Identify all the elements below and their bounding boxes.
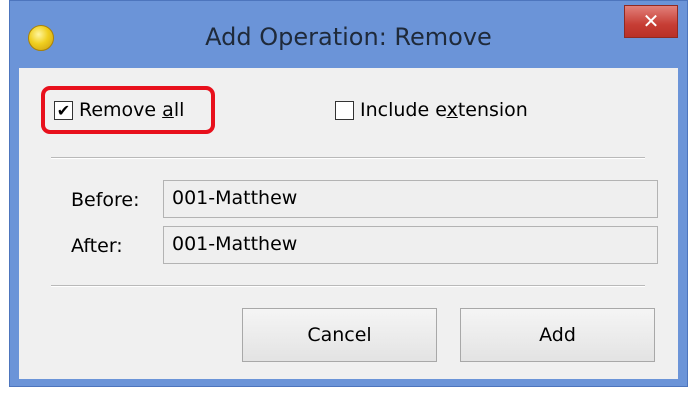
- title-bar[interactable]: Add Operation: Remove ✕: [10, 1, 687, 51]
- remove-all-checkbox[interactable]: ✔ Remove all: [54, 99, 184, 121]
- include-extension-checkbox[interactable]: Include extension: [335, 99, 528, 121]
- after-field[interactable]: 001-Matthew: [163, 226, 658, 264]
- add-button[interactable]: Add: [460, 308, 655, 362]
- window-title: Add Operation: Remove: [205, 23, 492, 51]
- include-extension-check-box[interactable]: [335, 100, 354, 120]
- close-button[interactable]: ✕: [624, 5, 678, 38]
- remove-all-check-box[interactable]: ✔: [54, 100, 73, 120]
- cancel-button[interactable]: Cancel: [242, 308, 437, 362]
- separator-bottom: [51, 285, 645, 287]
- separator-top: [51, 157, 645, 159]
- remove-all-label: Remove all: [79, 99, 185, 121]
- include-extension-label: Include extension: [360, 99, 528, 121]
- checkmark-icon: ✔: [56, 100, 71, 120]
- dialog-body: ✔ Remove all Include extension Before: 0…: [19, 68, 678, 379]
- close-icon: ✕: [642, 9, 660, 33]
- before-label: Before:: [71, 189, 140, 211]
- after-label: After:: [71, 235, 123, 257]
- dialog-window: Add Operation: Remove ✕ ✔ Remove all Inc…: [9, 0, 688, 387]
- before-field[interactable]: 001-Matthew: [163, 180, 658, 218]
